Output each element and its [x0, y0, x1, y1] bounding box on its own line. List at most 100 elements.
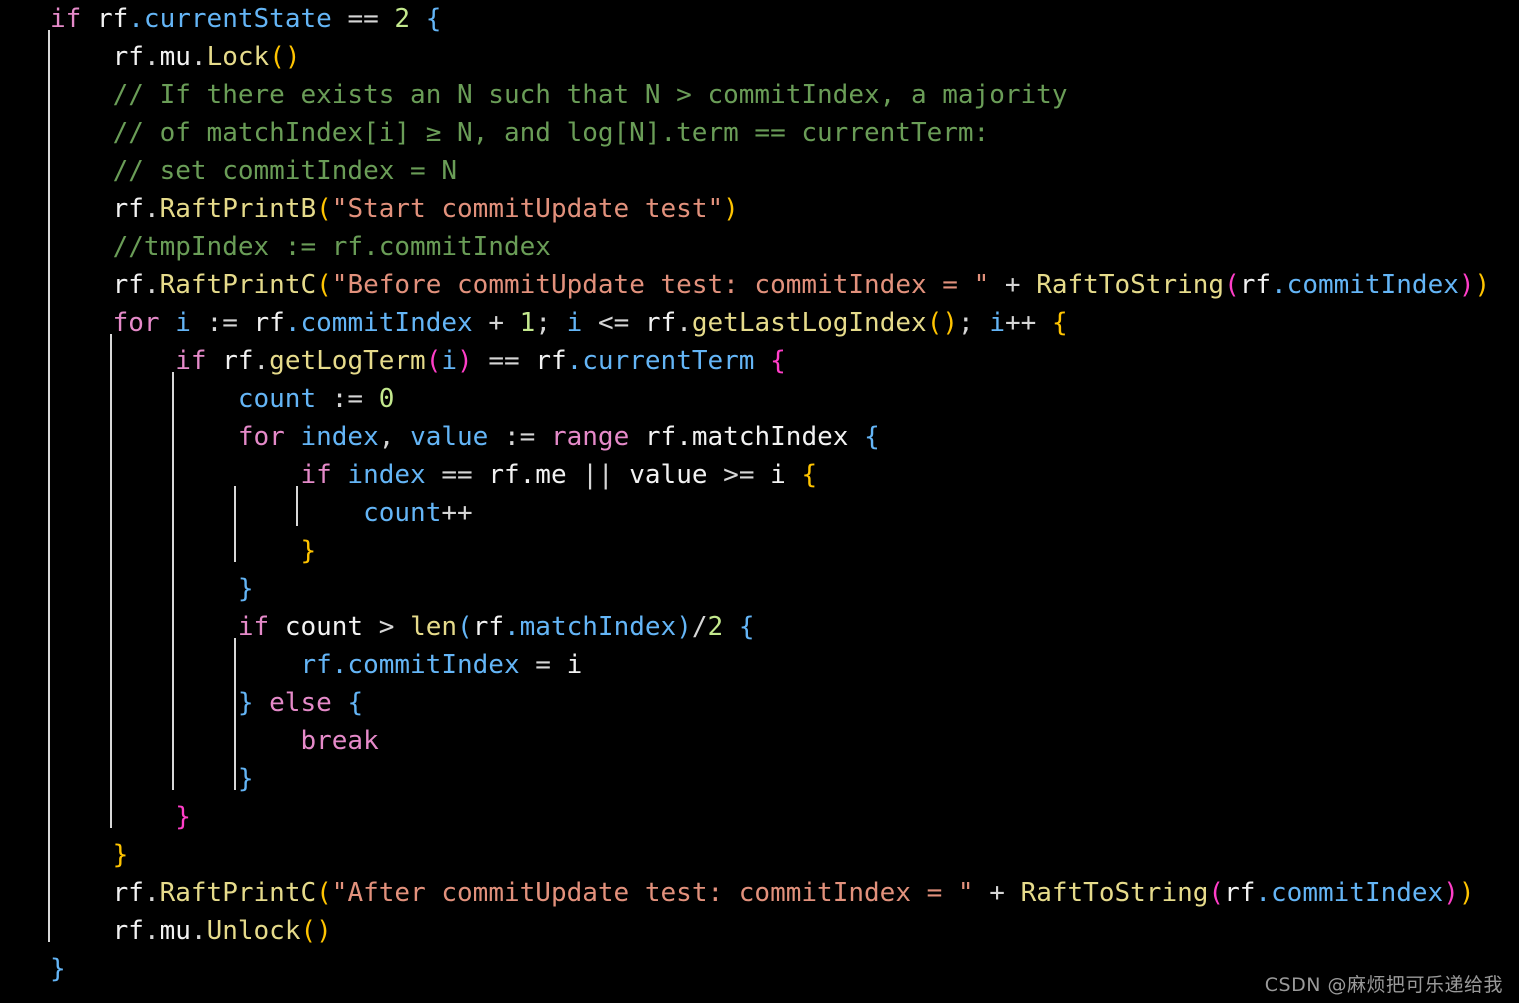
token-ident: rf	[96, 4, 129, 34]
code-line-text: } else {	[0, 684, 1519, 722]
token-op	[50, 498, 363, 528]
token-op	[50, 612, 238, 642]
token-op	[394, 422, 410, 452]
token-prop: index	[300, 422, 379, 452]
token-op: ++	[441, 498, 473, 528]
token-ident: rf	[535, 346, 567, 376]
code-line[interactable]: for i := rf.commitIndex + 1; i <= rf.get…	[0, 304, 1519, 342]
code-line[interactable]: rf.RaftPrintB("Start commitUpdate test")	[0, 190, 1519, 228]
token-ident: rf	[253, 308, 285, 338]
token-op: ++	[1004, 308, 1037, 338]
token-b0: (	[316, 270, 332, 300]
token-op	[1021, 270, 1037, 300]
token-ident: rf	[1239, 270, 1272, 300]
code-line[interactable]: }	[0, 760, 1519, 798]
token-b0: {	[1051, 308, 1068, 338]
code-line[interactable]: if count > len(rf.matchIndex)/2 {	[0, 608, 1519, 646]
code-line[interactable]: for index, value := range rf.matchIndex …	[0, 418, 1519, 456]
token-op	[488, 422, 504, 452]
code-line-text: rf.mu.Unlock()	[0, 912, 1519, 950]
token-prop: .commitIndex	[331, 650, 520, 680]
token-kw: if	[300, 460, 332, 490]
token-ident: rf	[112, 194, 144, 224]
code-line[interactable]: if index == rf.me || value >= i {	[0, 456, 1519, 494]
token-num: 1	[519, 308, 536, 338]
code-line-text: if rf.getLogTerm(i) == rf.currentTerm {	[0, 342, 1519, 380]
token-op	[504, 308, 520, 338]
token-op	[473, 460, 489, 490]
token-op: +	[488, 308, 504, 338]
code-content[interactable]: if rf.currentState == 2 { rf.mu.Lock() /…	[0, 0, 1519, 988]
code-line[interactable]: count := 0	[0, 380, 1519, 418]
token-fn: RaftToString	[1036, 270, 1225, 300]
token-op	[50, 270, 113, 300]
code-line[interactable]: } else {	[0, 684, 1519, 722]
code-line[interactable]: }	[0, 798, 1519, 836]
token-b1: (	[1208, 878, 1225, 908]
code-line[interactable]: rf.mu.Unlock()	[0, 912, 1519, 950]
code-line[interactable]: }	[0, 836, 1519, 874]
token-prop: index	[347, 460, 426, 490]
code-line[interactable]: if rf.currentState == 2 {	[0, 0, 1519, 38]
code-line[interactable]: count++	[0, 494, 1519, 532]
token-op	[50, 156, 113, 186]
code-line[interactable]: rf.RaftPrintC("Before commitUpdate test:…	[0, 266, 1519, 304]
token-op	[567, 460, 583, 490]
token-b0: {	[801, 460, 818, 490]
token-b1: }	[175, 802, 191, 832]
token-op	[520, 346, 536, 376]
token-op	[426, 460, 442, 490]
token-ident: .me	[519, 460, 567, 490]
code-line[interactable]: if rf.getLogTerm(i) == rf.currentTerm {	[0, 342, 1519, 380]
code-line[interactable]: // set commitIndex = N	[0, 152, 1519, 190]
code-line-text: }	[0, 760, 1519, 798]
code-line-text: count++	[0, 494, 1519, 532]
code-line[interactable]: // of matchIndex[i] ≥ N, and log[N].term…	[0, 114, 1519, 152]
token-ident: rf	[488, 460, 520, 490]
token-op	[50, 460, 300, 490]
token-ident: value	[629, 460, 708, 490]
token-op	[238, 308, 254, 338]
token-op	[50, 232, 113, 262]
token-op	[50, 878, 113, 908]
token-op	[629, 308, 645, 338]
token-prop: .commitIndex	[1255, 878, 1444, 908]
code-line[interactable]: rf.commitIndex = i	[0, 646, 1519, 684]
token-op	[50, 194, 113, 224]
token-b0: (	[316, 878, 332, 908]
token-prop: i	[175, 308, 191, 338]
code-line[interactable]: //tmpIndex := rf.commitIndex	[0, 228, 1519, 266]
token-op	[50, 840, 113, 870]
token-kw: range	[550, 422, 630, 452]
token-op: :=	[206, 308, 238, 338]
code-line-text: }	[0, 798, 1519, 836]
token-fn: RaftToString	[1020, 878, 1209, 908]
token-op	[708, 460, 724, 490]
token-prop: .matchIndex	[504, 612, 677, 642]
code-line-text: break	[0, 722, 1519, 760]
token-b2: }	[237, 574, 254, 604]
code-line[interactable]: }	[0, 532, 1519, 570]
token-op	[81, 4, 97, 34]
token-op	[535, 422, 551, 452]
token-op	[269, 612, 285, 642]
code-editor[interactable]: if rf.currentState == 2 { rf.mu.Lock() /…	[0, 0, 1519, 1003]
code-line[interactable]: }	[0, 570, 1519, 608]
code-line[interactable]: break	[0, 722, 1519, 760]
token-b0: ()	[300, 916, 332, 946]
token-op	[191, 308, 207, 338]
token-fn: getLogTerm	[269, 346, 426, 376]
token-op	[1005, 878, 1021, 908]
code-line-text: rf.RaftPrintC("Before commitUpdate test:…	[0, 266, 1519, 304]
code-line[interactable]: rf.mu.Lock()	[0, 38, 1519, 76]
token-b2: }	[237, 764, 254, 794]
token-b1: )	[1443, 878, 1459, 908]
code-line[interactable]: // If there exists an N such that N > co…	[0, 76, 1519, 114]
token-fn: getLastLogIndex	[691, 308, 927, 338]
token-b0: )	[1458, 878, 1475, 908]
token-op	[473, 346, 489, 376]
token-ident: i	[566, 650, 583, 680]
token-kw: else	[269, 688, 332, 718]
code-line[interactable]: rf.RaftPrintC("After commitUpdate test: …	[0, 874, 1519, 912]
token-prop: rf	[300, 650, 332, 680]
